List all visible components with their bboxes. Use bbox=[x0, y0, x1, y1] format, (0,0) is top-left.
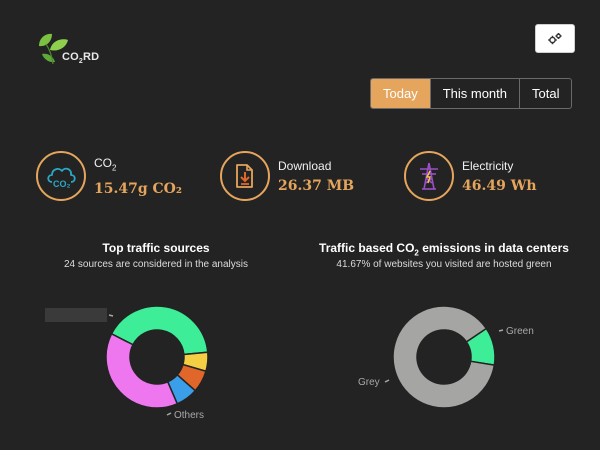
stat-electricity-value: 46.49 Wh bbox=[462, 178, 537, 194]
cloud-co2-icon: CO₂ bbox=[36, 151, 86, 201]
label-grey: Grey bbox=[358, 377, 380, 388]
svg-text:CO₂: CO₂ bbox=[53, 179, 71, 189]
traffic-sources-title: Top traffic sources bbox=[102, 241, 210, 255]
leader-line-redacted bbox=[108, 314, 114, 317]
power-tower-icon bbox=[404, 151, 454, 201]
datacenter-subtitle: 41.67% of websites you visited are hoste… bbox=[336, 259, 552, 270]
traffic-sources-subtitle: 24 sources are considered in the analysi… bbox=[64, 259, 248, 270]
logo-text: CO2RD bbox=[62, 51, 100, 66]
redacted-label bbox=[45, 308, 107, 322]
stat-co2: CO₂ CO2 15.47g CO₂ bbox=[36, 150, 182, 202]
stat-download-label: Download bbox=[278, 159, 332, 173]
datacenter-chart: Green Grey bbox=[358, 305, 534, 409]
file-download-icon bbox=[220, 151, 270, 201]
gears-icon bbox=[548, 32, 562, 44]
label-green: Green bbox=[506, 326, 534, 337]
period-tabs: Today This month Total bbox=[370, 78, 573, 109]
label-others: Others bbox=[174, 410, 204, 421]
settings-button[interactable] bbox=[535, 24, 575, 53]
leader-line-others bbox=[166, 412, 172, 416]
tab-this-month[interactable]: This month bbox=[429, 79, 519, 108]
datacenter-title: Traffic based CO2 emissions in data cent… bbox=[319, 241, 569, 258]
traffic-slice-others[interactable] bbox=[105, 332, 179, 409]
stat-co2-value: 15.47g CO₂ bbox=[94, 180, 182, 197]
stat-download: Download 26.37 MB bbox=[220, 150, 354, 202]
leader-line-grey bbox=[384, 379, 390, 383]
stat-download-value: 26.37 MB bbox=[278, 178, 355, 194]
tab-total[interactable]: Total bbox=[519, 79, 571, 108]
stat-co2-label: CO2 bbox=[94, 156, 117, 173]
co2rd-logo: CO2RD bbox=[36, 30, 110, 68]
stat-electricity-label: Electricity bbox=[462, 159, 514, 173]
traffic-sources-chart: Others bbox=[45, 305, 209, 421]
tab-today[interactable]: Today bbox=[371, 79, 430, 108]
leader-line-green bbox=[498, 329, 504, 332]
stat-electricity: Electricity 46.49 Wh bbox=[404, 150, 537, 202]
